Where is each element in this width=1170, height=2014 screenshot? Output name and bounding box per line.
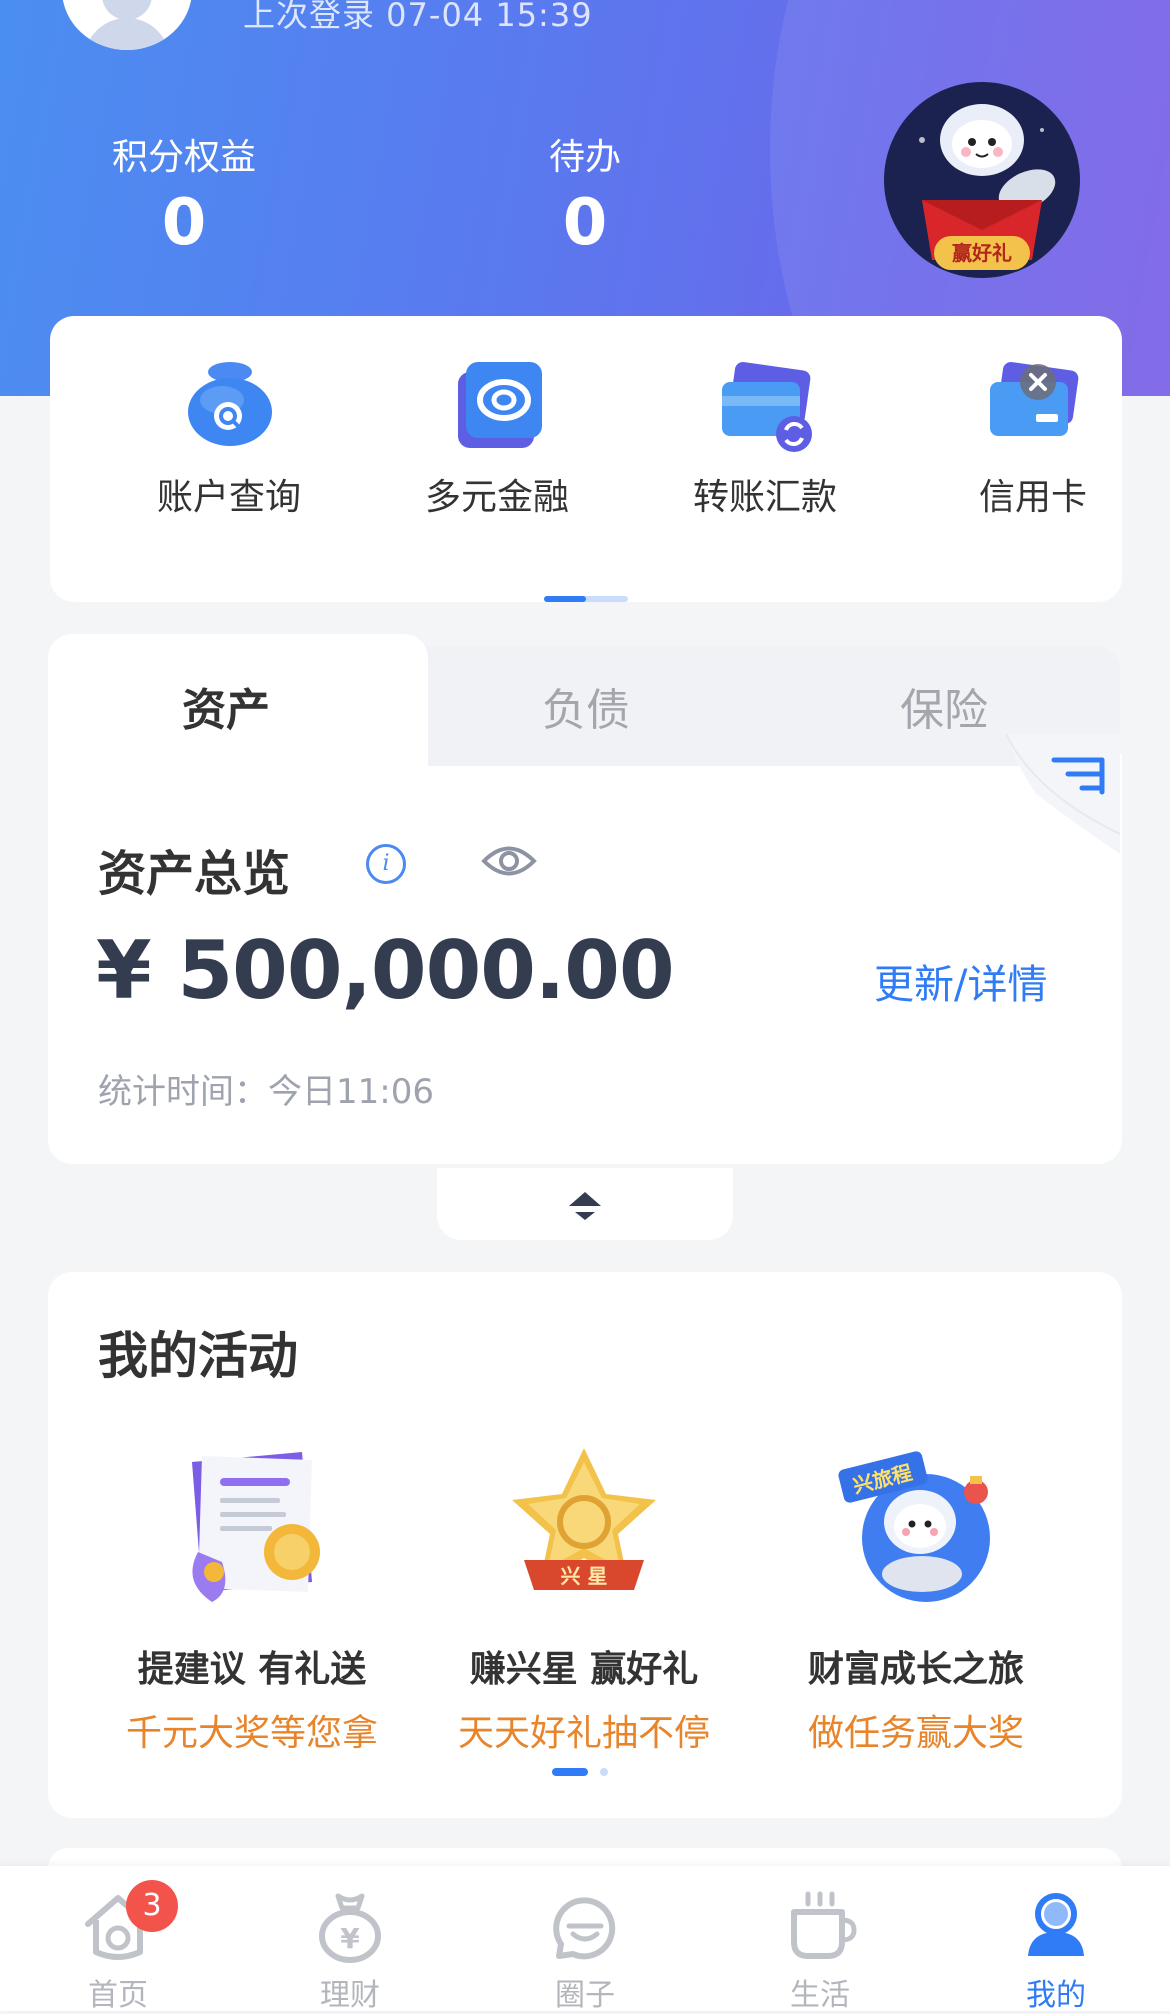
card-transfer-icon [722, 362, 812, 452]
svg-text:¥: ¥ [340, 1922, 360, 1955]
nav-circle[interactable]: 圈子 [505, 1886, 665, 2013]
quick-action-diversified-finance[interactable]: 多元金融 [372, 356, 622, 526]
astronaut-rocket-icon: 兴旅程 [838, 1451, 990, 1602]
quick-action-label: 信用卡 [978, 477, 1087, 518]
pager-dot-active [552, 1768, 588, 1776]
chat-face-icon [553, 1897, 616, 1960]
notification-badge: 3 [126, 1880, 178, 1932]
mascot-gift-icon[interactable]: 赢好礼 [882, 80, 1082, 290]
activity-growth-journey[interactable]: 兴旅程 财富成长之旅 做任务赢大奖 [746, 1442, 1086, 1756]
quick-action-credit-card[interactable]: 信用卡 [908, 356, 1158, 526]
assets-card: 资产 负债 保险 资产总览 i ¥ 500,000.00 更新/详情 统计时间：… [48, 634, 1122, 1164]
quick-action-transfer[interactable]: 转账汇款 [640, 356, 890, 526]
avatar[interactable] [62, 0, 192, 50]
filter-icon[interactable] [1006, 734, 1120, 854]
quick-action-label: 账户查询 [156, 477, 301, 518]
money-bag-search-icon [188, 362, 272, 446]
update-details-link[interactable]: 更新/详情 [874, 952, 1047, 1010]
activities-title: 我的活动 [98, 1327, 298, 1385]
collapse-arrow-icon [569, 1192, 601, 1220]
user-icon [1028, 1893, 1084, 1956]
activity-star[interactable]: 兴 星 赚兴星 赢好礼 天天好礼抽不停 [414, 1442, 754, 1756]
last-login-text: 上次登录 07-04 15:39 [243, 0, 593, 34]
tab-insurance[interactable]: 保险 [844, 674, 1044, 738]
activity-desc: 千元大奖等您拿 [125, 1713, 378, 1754]
nav-label: 生活 [790, 1978, 850, 2013]
coffee-cup-icon [791, 1891, 857, 1959]
tab-assets[interactable]: 资产 [126, 674, 326, 738]
nav-home[interactable]: 3 首页 [38, 1880, 198, 2013]
stat-time-text: 统计时间：今日11:06 [98, 1072, 434, 1112]
activity-suggestion[interactable]: 提建议 有礼送 千元大奖等您拿 [82, 1442, 422, 1756]
quick-action-account-query[interactable]: 账户查询 [104, 356, 354, 526]
todo-stat[interactable]: 待办 0 [455, 128, 715, 260]
pager-dot [600, 1768, 608, 1776]
suggestion-document-icon [192, 1452, 320, 1602]
activity-desc: 天天好礼抽不停 [457, 1713, 710, 1754]
nav-label: 我的 [1026, 1978, 1086, 2013]
eye-icon[interactable] [480, 832, 538, 890]
star-badge-icon: 兴 星 [512, 1448, 656, 1590]
quick-action-label: 转账汇款 [692, 477, 837, 518]
points-stat[interactable]: 积分权益 0 [54, 128, 314, 260]
credit-card-icon [990, 362, 1079, 436]
todo-label: 待办 [548, 137, 621, 178]
asset-overview-title: 资产总览 [98, 846, 291, 902]
total-assets-amount: ¥ 500,000.00 [96, 924, 675, 1017]
todo-value: 0 [562, 186, 608, 260]
points-label: 积分权益 [111, 137, 256, 178]
nav-label: 圈子 [555, 1978, 615, 2013]
nav-life[interactable]: 生活 [740, 1886, 900, 2013]
mascot-badge-text: 赢好礼 [952, 241, 1012, 265]
activities-card: 我的活动 提建议 有礼送 千元大奖等您拿 兴 星 赚兴星 赢好礼 天天好礼抽不停 [48, 1272, 1122, 1818]
points-value: 0 [161, 186, 207, 260]
diversified-finance-icon [458, 362, 542, 448]
nav-finance[interactable]: ¥ 理财 [270, 1886, 430, 2013]
money-bag-icon: ¥ [319, 1893, 381, 1963]
activity-name: 财富成长之旅 [807, 1649, 1024, 1690]
collapse-toggle[interactable] [437, 1168, 733, 1240]
quick-actions-card: 账户查询 多元金融 转账汇款 信用卡 [50, 316, 1122, 602]
nav-mine[interactable]: 我的 [976, 1886, 1136, 2013]
bottom-navigation: 3 首页 ¥ 理财 圈子 生活 我的 [0, 1866, 1170, 2013]
page-indicator [544, 596, 628, 602]
activity-name: 提建议 有礼送 [137, 1649, 367, 1690]
nav-label: 理财 [320, 1978, 380, 2013]
star-badge-text: 兴 星 [561, 1564, 608, 1588]
activity-desc: 做任务赢大奖 [807, 1713, 1024, 1754]
info-icon[interactable]: i [366, 844, 406, 884]
activity-name: 赚兴星 赢好礼 [469, 1649, 699, 1690]
tab-liabilities[interactable]: 负债 [486, 674, 686, 738]
quick-action-label: 多元金融 [424, 477, 569, 518]
nav-label: 首页 [88, 1978, 148, 2013]
